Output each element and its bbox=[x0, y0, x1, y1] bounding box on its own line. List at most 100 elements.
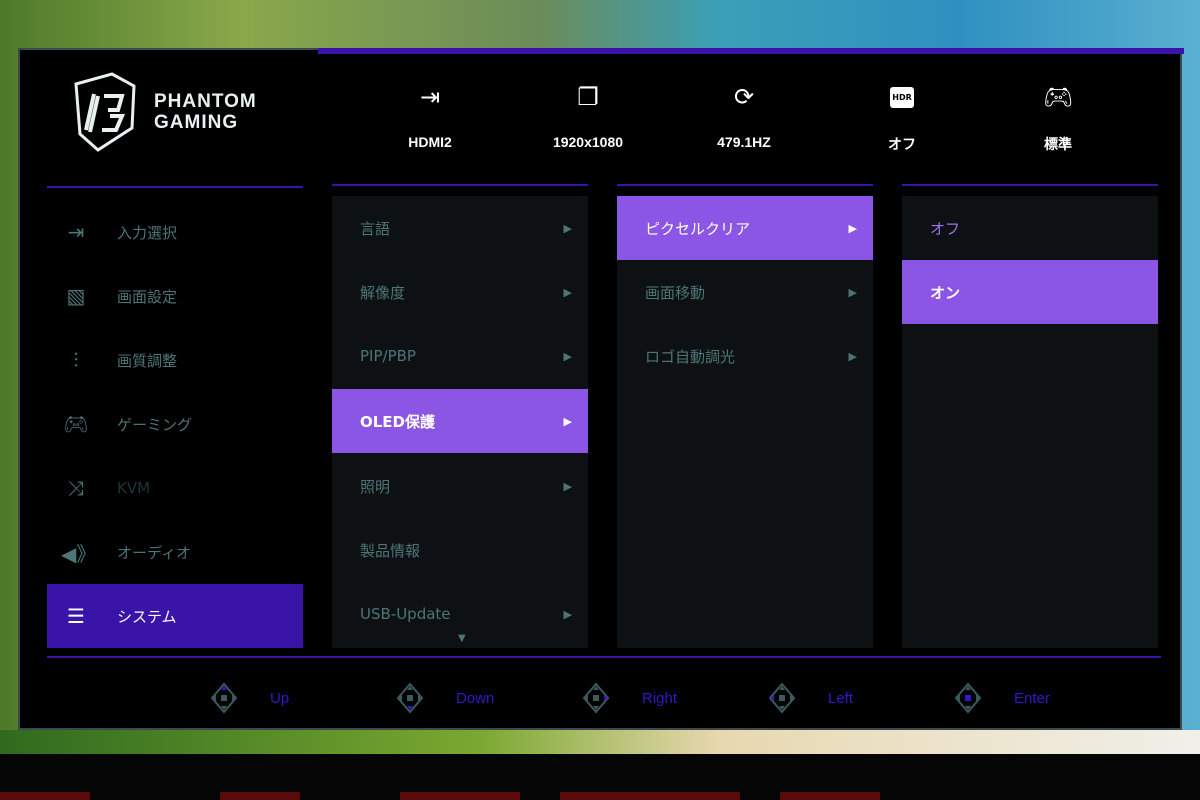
image-icon: ▧ bbox=[66, 284, 86, 308]
brand-line1: PHANTOM bbox=[154, 91, 257, 112]
divider bbox=[617, 184, 873, 186]
menu-item-resolution[interactable]: 解像度 ▶ bbox=[332, 260, 588, 324]
menu-item-pixel-clear[interactable]: ピクセルクリア ▶ bbox=[617, 196, 873, 260]
joystick-right-icon bbox=[580, 682, 612, 714]
sidebar-item-kvm[interactable]: ⤨ KVM bbox=[47, 456, 303, 520]
shield-logo-icon bbox=[74, 72, 136, 152]
joystick-up-icon bbox=[208, 682, 240, 714]
menu-item-label: 製品情報 bbox=[360, 541, 421, 560]
sidebar-item-audio[interactable]: ◀︎》 オーディオ bbox=[47, 520, 303, 584]
gamepad-icon: 🎮︎ bbox=[1042, 83, 1074, 111]
menu-item-screen-shift[interactable]: 画面移動 ▶ bbox=[617, 260, 873, 324]
menu-item-language[interactable]: 言語 ▶ bbox=[332, 196, 588, 260]
pixel-clear-options: オフ オン bbox=[902, 196, 1158, 648]
list-icon: ☰ bbox=[67, 604, 85, 628]
sliders-icon: ⫶ bbox=[73, 348, 79, 372]
sidebar-item-label: 入力選択 bbox=[117, 223, 178, 242]
sidebar-item-input[interactable]: ⇥ 入力選択 bbox=[47, 200, 303, 264]
status-value: HDMI2 bbox=[408, 134, 452, 150]
nav-label: Enter bbox=[1014, 689, 1050, 707]
divider bbox=[902, 184, 1158, 186]
oled-submenu: ピクセルクリア ▶ 画面移動 ▶ ロゴ自動調光 ▶ bbox=[617, 196, 873, 648]
menu-item-label: PIP/PBP bbox=[360, 347, 416, 365]
refresh-icon: ⟳ bbox=[733, 83, 755, 111]
nav-label: Left bbox=[828, 689, 854, 707]
nav-label: Right bbox=[642, 689, 678, 707]
brand-line2: GAMING bbox=[154, 112, 239, 133]
arrow-right-icon: ▶ bbox=[848, 349, 857, 363]
menu-item-label: ピクセルクリア bbox=[645, 219, 751, 238]
divider bbox=[47, 186, 303, 188]
status-hdr: HDR オフ bbox=[842, 80, 962, 154]
input-icon: ⇥ bbox=[67, 220, 85, 244]
arrow-right-icon: ▶ bbox=[563, 349, 572, 363]
monitor-bezel bbox=[0, 754, 1200, 800]
joystick-press-icon bbox=[952, 682, 984, 714]
option-off[interactable]: オフ bbox=[902, 196, 1158, 260]
osd-menu: PHANTOM GAMING ⇥ HDMI2 ❐ 1920x1080 ⟳ 479.1HZ… bbox=[18, 48, 1184, 730]
nav-hint-enter: Enter bbox=[952, 682, 1050, 714]
arrow-right-icon: ▶ bbox=[563, 479, 572, 493]
sidebar-item-gaming[interactable]: 🎮︎ ゲーミング bbox=[47, 392, 303, 456]
sidebar-item-label: システム bbox=[117, 607, 177, 626]
menu-item-pip-pbp[interactable]: PIP/PBP ▶ bbox=[332, 324, 588, 388]
nav-label: Up bbox=[270, 689, 290, 707]
shuffle-icon: ⤨ bbox=[68, 476, 84, 500]
hdr-icon: HDR bbox=[842, 80, 962, 114]
nav-hint-up: Up bbox=[208, 682, 289, 714]
system-submenu: 言語 ▶ 解像度 ▶ PIP/PBP ▶ OLED保護 ▶ 照明 ▶ 製品情報 USB-U… bbox=[332, 196, 588, 648]
menu-item-label: 解像度 bbox=[360, 283, 406, 302]
nav-hint-right: Right bbox=[580, 682, 677, 714]
status-input: ⇥ HDMI2 bbox=[370, 80, 490, 150]
sidebar-item-label: 画面設定 bbox=[117, 287, 178, 306]
status-value: 標準 bbox=[1044, 136, 1072, 152]
menu-item-label: 照明 bbox=[360, 477, 391, 496]
status-game-mode: 🎮︎ 標準 bbox=[998, 80, 1118, 154]
sidebar-item-label: ゲーミング bbox=[117, 415, 193, 434]
option-label: オン bbox=[930, 283, 961, 302]
divider bbox=[47, 656, 1161, 658]
accent-bar bbox=[318, 48, 1184, 54]
scroll-down-icon[interactable]: ▼ bbox=[458, 633, 466, 644]
sidebar-item-label: KVM bbox=[117, 479, 151, 497]
arrow-right-icon: ▶ bbox=[848, 221, 857, 235]
nav-hint-down: Down bbox=[394, 682, 494, 714]
divider bbox=[332, 184, 588, 186]
menu-item-label: USB-Update bbox=[360, 605, 451, 623]
menu-item-label: OLED保護 bbox=[360, 412, 436, 431]
sidebar-item-picture[interactable]: ▧ 画面設定 bbox=[47, 264, 303, 328]
option-on[interactable]: オン bbox=[902, 260, 1158, 324]
background-photo bbox=[0, 730, 1200, 754]
status-value: 479.1HZ bbox=[717, 134, 771, 150]
input-icon: ⇥ bbox=[419, 83, 441, 111]
menu-item-lighting[interactable]: 照明 ▶ bbox=[332, 454, 588, 518]
nav-hint-left: Left bbox=[766, 682, 853, 714]
brand-logo: PHANTOM GAMING bbox=[68, 72, 257, 152]
menu-item-label: 言語 bbox=[360, 219, 391, 238]
option-label: オフ bbox=[930, 219, 961, 238]
status-value: オフ bbox=[888, 136, 916, 152]
gamepad-icon: 🎮︎ bbox=[63, 412, 89, 436]
status-resolution: ❐ 1920x1080 bbox=[528, 80, 648, 150]
joystick-down-icon bbox=[394, 682, 426, 714]
sidebar-item-label: オーディオ bbox=[117, 543, 191, 562]
nav-label: Down bbox=[456, 689, 495, 707]
speaker-icon: ◀︎》 bbox=[61, 541, 97, 566]
status-value: 1920x1080 bbox=[552, 134, 624, 150]
arrow-right-icon: ▶ bbox=[848, 285, 857, 299]
arrow-right-icon: ▶ bbox=[563, 285, 572, 299]
menu-item-oled-protection[interactable]: OLED保護 ▶ bbox=[332, 389, 588, 453]
arrow-right-icon: ▶ bbox=[563, 221, 572, 235]
sidebar-item-label: 画質調整 bbox=[117, 351, 178, 370]
resolution-icon: ❐ bbox=[577, 83, 599, 111]
sidebar-item-system[interactable]: ☰ システム bbox=[47, 584, 303, 648]
arrow-right-icon: ▶ bbox=[563, 607, 572, 621]
menu-item-label: ロゴ自動調光 bbox=[645, 347, 736, 366]
arrow-right-icon: ▶ bbox=[563, 414, 572, 428]
menu-item-label: 画面移動 bbox=[645, 283, 706, 302]
sidebar-item-image-quality[interactable]: ⫶ 画質調整 bbox=[47, 328, 303, 392]
joystick-left-icon bbox=[766, 682, 798, 714]
menu-item-logo-dimming[interactable]: ロゴ自動調光 ▶ bbox=[617, 324, 873, 388]
status-refresh: ⟳ 479.1HZ bbox=[684, 80, 804, 150]
menu-item-product-info[interactable]: 製品情報 bbox=[332, 518, 588, 582]
